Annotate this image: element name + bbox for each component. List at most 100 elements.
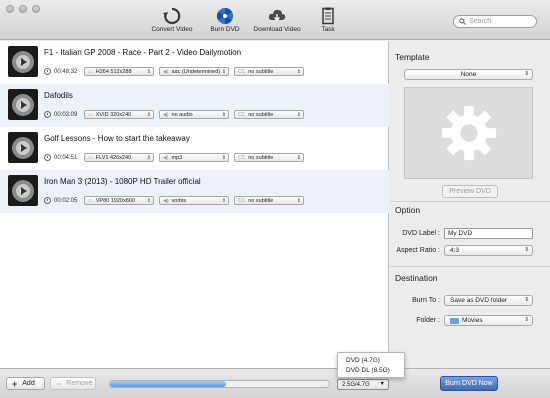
preview-dvd-button[interactable]: Preview DVD — [442, 185, 498, 198]
window-controls — [6, 5, 40, 13]
audio-track-value: no audio — [171, 111, 193, 118]
subtitle-value: no subtitle — [248, 68, 274, 75]
video-thumbnail[interactable] — [8, 46, 38, 77]
updown-arrow-icon: ⇕ — [296, 198, 301, 204]
clock-icon — [44, 197, 51, 204]
option-heading: Option — [395, 205, 421, 215]
folder-icon — [450, 317, 459, 324]
subtitle-value: no subtitle — [248, 197, 274, 204]
subtitle-value: no subtitle — [248, 154, 274, 161]
updown-arrow-icon: ⇕ — [146, 69, 151, 75]
dvd-label-input[interactable]: My DVD — [444, 228, 533, 239]
updown-arrow-icon: ⇕ — [296, 155, 301, 161]
video-icon: ▭ — [88, 154, 93, 161]
search-box[interactable] — [453, 15, 537, 28]
updown-arrow-icon: ⇕ — [146, 155, 151, 161]
updown-arrow-icon: ⇕ — [221, 155, 226, 161]
disc-icon — [12, 179, 34, 202]
zoom-window-button[interactable] — [32, 5, 40, 13]
video-thumbnail[interactable] — [8, 175, 38, 206]
settings-panel: Template None ⇕ Preview DVD Option DVD L… — [390, 41, 550, 368]
updown-arrow-icon: ⇕ — [524, 71, 529, 77]
burn-to-select[interactable]: Save as DVD folder ⇕ — [444, 295, 533, 306]
subtitle-select[interactable]: CC no subtitle ⇕ — [234, 67, 304, 76]
bottom-bar: + Add − Remove 2.5G/4.7G ▼ Burn DVD Now — [0, 368, 550, 398]
list-item[interactable]: Golf Lessons - How to start the takeaway… — [0, 127, 389, 170]
remove-button[interactable]: − Remove — [50, 377, 96, 390]
audio-track-select[interactable]: ◀) aac (Undetermined) ⇕ — [159, 67, 229, 76]
toolbar: Convert Video Burn DVD Download Video Ta… — [0, 0, 550, 40]
video-format-value: VP80 1920x800 — [95, 197, 135, 204]
burn-dvd-now-button[interactable]: Burn DVD Now — [440, 376, 498, 391]
subtitle-cc-icon: CC — [238, 197, 246, 204]
video-format-select[interactable]: ▭ XVID 320x240 ⇕ — [84, 110, 154, 119]
audio-track-value: mp3 — [171, 154, 183, 161]
subtitle-select[interactable]: CC no subtitle ⇕ — [234, 196, 304, 205]
updown-arrow-icon: ⇕ — [146, 198, 151, 204]
speaker-icon: ◀) — [163, 68, 169, 75]
aspect-ratio-select[interactable]: 4:3 ⇕ — [444, 245, 533, 256]
subtitle-select[interactable]: CC no subtitle ⇕ — [234, 110, 304, 119]
clock-icon — [44, 68, 51, 75]
video-thumbnail[interactable] — [8, 89, 38, 120]
video-format-value: XVID 320x240 — [95, 111, 132, 118]
disc-size-select[interactable]: 2.5G/4.7G ▼ — [337, 379, 389, 390]
video-duration: 00:48:32 — [54, 68, 78, 75]
video-title: Iron Man 3 (2013) - 1080P HD Trailer off… — [44, 177, 201, 186]
menu-item[interactable]: DVD (4.7G) — [346, 356, 404, 366]
video-meta: 00:04:51 ▭ FLV1 426x240 ⇕ ◀) mp3 ⇕ CC no subt… — [44, 153, 309, 162]
plus-icon: + — [12, 378, 18, 389]
video-format-value: H264 512x288 — [95, 68, 132, 75]
menu-item[interactable]: DVD DL (8.5G) — [346, 366, 404, 376]
list-item[interactable]: Dafodils 00:03:09 ▭ XVID 320x240 ⇕ ◀) no au… — [0, 84, 389, 127]
disc-icon — [12, 50, 34, 73]
folder-value: Movies — [462, 317, 483, 324]
subtitle-select[interactable]: CC no subtitle ⇕ — [234, 153, 304, 162]
video-title: Golf Lessons - How to start the takeaway — [44, 134, 190, 143]
video-list: F1 - Italian GP 2008 - Race - Part 2 - V… — [0, 41, 389, 368]
minus-icon: − — [56, 378, 62, 389]
convert-icon — [163, 7, 181, 25]
play-icon — [21, 57, 27, 66]
template-preview — [404, 87, 533, 179]
audio-track-select[interactable]: ◀) no audio ⇕ — [159, 110, 229, 119]
folder-select[interactable]: Movies ⇕ — [444, 315, 533, 326]
add-button[interactable]: + Add — [6, 377, 45, 390]
destination-heading: Destination — [395, 273, 438, 283]
list-item[interactable]: Iron Man 3 (2013) - 1080P HD Trailer off… — [0, 170, 389, 213]
video-format-select[interactable]: ▭ FLV1 426x240 ⇕ — [84, 153, 154, 162]
video-format-value: FLV1 426x240 — [95, 154, 132, 161]
aspect-ratio-label: Aspect Ratio : — [396, 247, 440, 254]
list-item[interactable]: F1 - Italian GP 2008 - Race - Part 2 - V… — [0, 41, 389, 84]
audio-track-select[interactable]: ◀) mp3 ⇕ — [159, 153, 229, 162]
subtitle-cc-icon: CC — [238, 154, 246, 161]
burn-dvd-button[interactable]: Burn DVD — [207, 7, 243, 33]
folder-label: Folder : — [416, 317, 440, 324]
video-format-select[interactable]: ▭ VP80 1920x800 ⇕ — [84, 196, 154, 205]
audio-track-select[interactable]: ◀) vorbis ⇕ — [159, 196, 229, 205]
task-button[interactable]: Task — [316, 7, 340, 33]
video-thumbnail[interactable] — [8, 132, 38, 163]
video-duration: 00:03:09 — [54, 111, 78, 118]
subtitle-cc-icon: CC — [238, 68, 246, 75]
template-select[interactable]: None ⇕ — [404, 69, 533, 80]
video-meta: 00:03:09 ▭ XVID 320x240 ⇕ ◀) no audio ⇕ CC no… — [44, 110, 309, 119]
disc-icon — [12, 136, 34, 159]
video-icon: ▭ — [88, 68, 93, 75]
gear-icon — [441, 105, 496, 161]
play-icon — [21, 186, 27, 195]
play-icon — [21, 143, 27, 152]
video-format-select[interactable]: ▭ H264 512x288 ⇕ — [84, 67, 154, 76]
burn-dvd-icon — [216, 7, 233, 25]
convert-video-button[interactable]: Convert Video — [150, 7, 194, 33]
search-input[interactable] — [469, 18, 534, 25]
minimize-window-button[interactable] — [19, 5, 27, 13]
clock-icon — [44, 154, 51, 161]
chevron-down-icon: ▼ — [379, 381, 385, 387]
convert-video-label: Convert Video — [151, 26, 193, 33]
subtitle-cc-icon: CC — [238, 111, 246, 118]
updown-arrow-icon: ⇕ — [221, 112, 226, 118]
close-window-button[interactable] — [6, 5, 14, 13]
download-video-button[interactable]: Download Video — [251, 7, 303, 33]
updown-arrow-icon: ⇕ — [221, 69, 226, 75]
